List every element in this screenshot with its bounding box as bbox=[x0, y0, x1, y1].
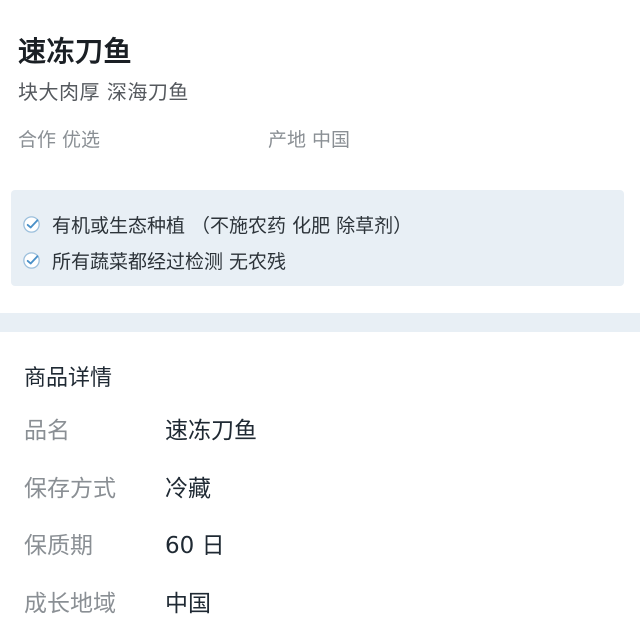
promise-item: 有机或生态种植 （不施农药 化肥 除草剂） bbox=[11, 206, 624, 242]
detail-row-region: 成长地域 中国 bbox=[0, 587, 640, 621]
detail-label: 品名 bbox=[24, 418, 70, 444]
section-divider bbox=[0, 313, 640, 332]
quality-promise-box: 有机或生态种植 （不施农药 化肥 除草剂） 所有蔬菜都经过检测 无农残 bbox=[11, 190, 624, 286]
detail-label: 保存方式 bbox=[24, 476, 116, 502]
origin-label: 产地 中国 bbox=[268, 129, 351, 151]
product-header: 速冻刀鱼 块大肉厚 深海刀鱼 合作 优选 产地 中国 bbox=[0, 0, 640, 153]
detail-row-storage: 保存方式 冷藏 bbox=[0, 472, 640, 506]
check-badge-icon bbox=[23, 251, 40, 269]
product-meta-row: 合作 优选 产地 中国 bbox=[18, 127, 622, 153]
detail-value: 60 日 bbox=[165, 533, 225, 559]
promise-text: 有机或生态种植 （不施农药 化肥 除草剂） bbox=[52, 214, 413, 237]
detail-value: 中国 bbox=[165, 591, 211, 617]
product-page: 速冻刀鱼 块大肉厚 深海刀鱼 合作 优选 产地 中国 有机或生态种植 （不施农药… bbox=[0, 0, 640, 634]
promise-text: 所有蔬菜都经过检测 无农残 bbox=[52, 250, 287, 273]
cooperation-label: 合作 优选 bbox=[18, 129, 101, 151]
details-heading: 商品详情 bbox=[24, 366, 113, 391]
detail-value: 速冻刀鱼 bbox=[165, 418, 257, 444]
check-badge-icon bbox=[23, 215, 40, 233]
detail-row-name: 品名 速冻刀鱼 bbox=[0, 414, 640, 448]
detail-row-shelf-life: 保质期 60 日 bbox=[0, 529, 640, 563]
detail-label: 成长地域 bbox=[24, 591, 116, 617]
product-subtitle: 块大肉厚 深海刀鱼 bbox=[18, 80, 189, 104]
promise-item: 所有蔬菜都经过检测 无农残 bbox=[11, 242, 624, 278]
detail-value: 冷藏 bbox=[165, 476, 211, 502]
product-title: 速冻刀鱼 bbox=[18, 35, 133, 68]
detail-label: 保质期 bbox=[24, 533, 93, 559]
